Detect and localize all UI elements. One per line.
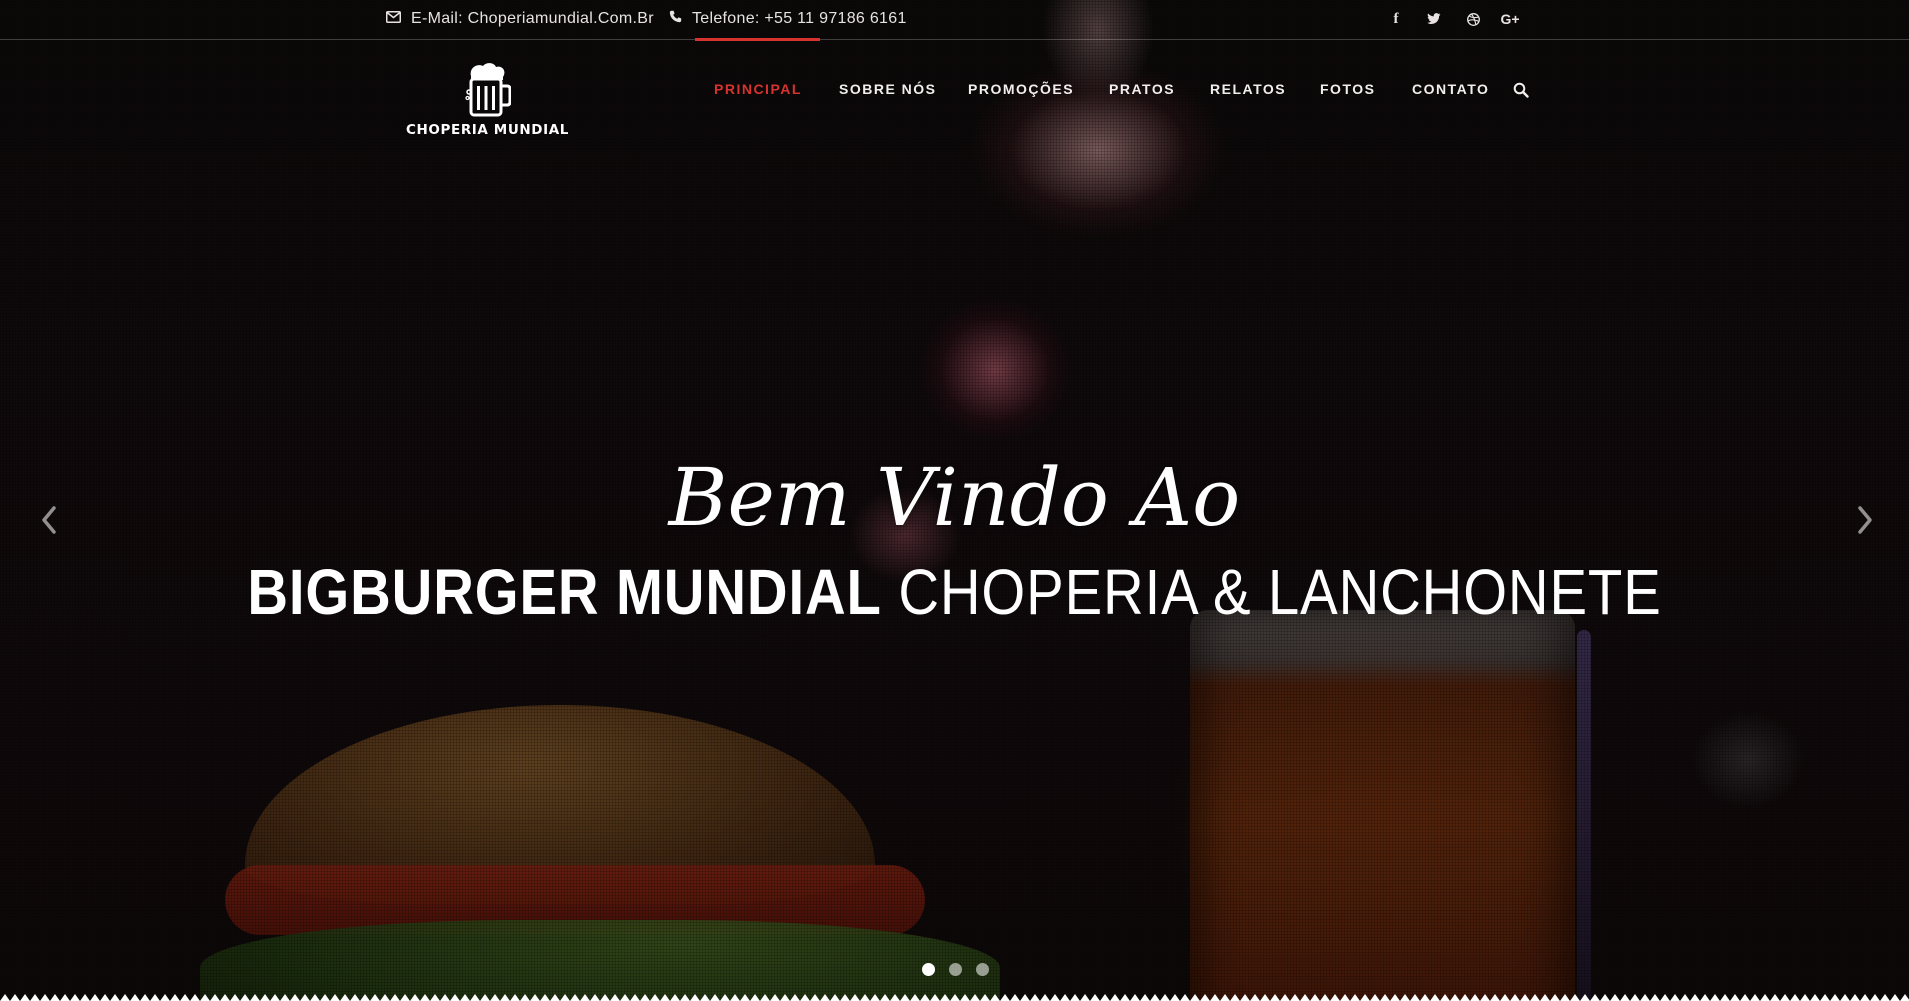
logo[interactable]: CHOPERIA MUNDIAL — [400, 62, 575, 152]
hero-title-bold: BIGBURGER MUNDIAL — [247, 556, 882, 628]
nav-item-contato[interactable]: CONTATO — [1412, 81, 1489, 97]
hero-title-light: CHOPERIA & LANCHONETE — [898, 556, 1662, 628]
beer-mug-icon — [400, 62, 575, 118]
nav-item-fotos[interactable]: FOTOS — [1320, 81, 1375, 97]
twitter-icon[interactable] — [1424, 9, 1444, 29]
dribbble-icon[interactable] — [1463, 9, 1483, 29]
nav-item-principal[interactable]: PRINCIPAL — [714, 81, 802, 97]
hero-title: BIGBURGER MUNDIAL CHOPERIA & LANCHONETE — [115, 550, 1795, 634]
contact-email-text: E-Mail: Choperiamundial.Com.Br — [411, 10, 654, 27]
page: E-Mail: Choperiamundial.Com.Br Telefone:… — [0, 0, 1909, 1001]
envelope-icon — [386, 10, 401, 28]
google-plus-icon[interactable]: G+ — [1500, 9, 1520, 29]
nav-active-indicator — [695, 38, 820, 41]
zigzag-divider — [0, 991, 1909, 1001]
facebook-icon[interactable]: f — [1386, 9, 1406, 29]
contact-email[interactable]: E-Mail: Choperiamundial.Com.Br — [386, 10, 654, 28]
nav-item-promocoes[interactable]: PROMOÇÕES — [968, 81, 1074, 97]
contact-phone-text: Telefone: +55 11 97186 6161 — [692, 10, 907, 27]
contact-phone[interactable]: Telefone: +55 11 97186 6161 — [669, 10, 907, 28]
slider-pagination — [922, 963, 989, 976]
chevron-left-icon[interactable] — [34, 500, 62, 540]
hero-welcome-text: Bem Vindo Ao — [668, 451, 1241, 544]
nav-item-sobre-nos[interactable]: SOBRE NÓS — [839, 81, 937, 97]
phone-icon — [669, 10, 682, 28]
logo-text: CHOPERIA MUNDIAL — [406, 122, 569, 138]
top-bar: E-Mail: Choperiamundial.Com.Br Telefone:… — [0, 0, 1909, 40]
nav-item-pratos[interactable]: PRATOS — [1109, 81, 1175, 97]
slider-dot[interactable] — [949, 963, 962, 976]
search-icon[interactable] — [1513, 82, 1531, 100]
slider-dot[interactable] — [976, 963, 989, 976]
chevron-right-icon[interactable] — [1852, 500, 1880, 540]
nav-item-relatos[interactable]: RELATOS — [1210, 81, 1286, 97]
slider-dot[interactable] — [922, 963, 935, 976]
